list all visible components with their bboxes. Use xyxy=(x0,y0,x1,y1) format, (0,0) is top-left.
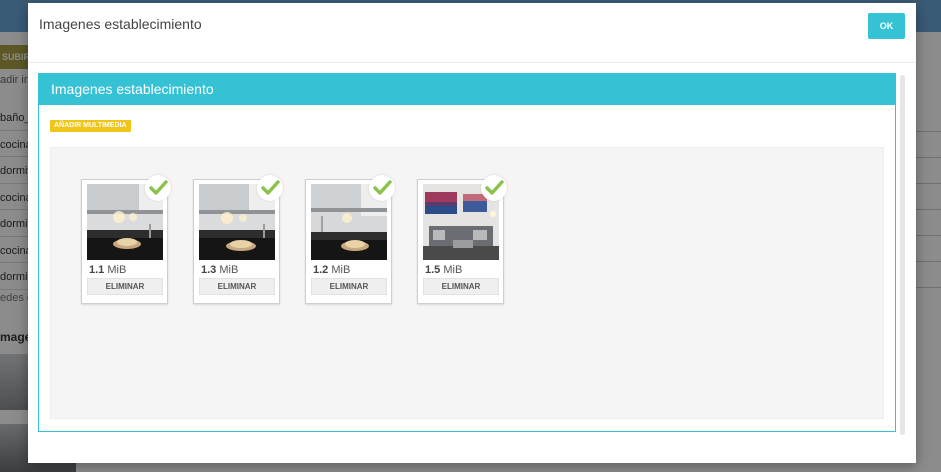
file-size-value: 1.5 xyxy=(425,264,441,276)
media-card: 1.5 MiB ELIMINAR xyxy=(417,175,507,304)
panel-title: Imagenes establecimiento xyxy=(39,74,895,105)
file-size: 1.3 MiB xyxy=(201,264,238,276)
file-size: 1.1 MiB xyxy=(89,264,126,276)
selected-check-icon xyxy=(481,175,507,201)
selected-check-icon xyxy=(369,175,395,201)
delete-button[interactable]: ELIMINAR xyxy=(87,278,163,295)
ok-button[interactable]: OK xyxy=(868,13,905,39)
file-size-unit: MiB xyxy=(443,264,463,276)
selected-check-icon xyxy=(257,175,283,201)
delete-button[interactable]: ELIMINAR xyxy=(423,278,499,295)
modal-scrollbar[interactable] xyxy=(900,75,905,435)
file-size-value: 1.1 xyxy=(89,264,105,276)
media-modal: Imagenes establecimiento OK Imagenes est… xyxy=(28,3,916,463)
media-card: 1.2 MiB ELIMINAR xyxy=(305,175,395,304)
media-card: 1.3 MiB ELIMINAR xyxy=(193,175,283,304)
images-panel: Imagenes establecimiento AÑADIR MULTIMED… xyxy=(38,73,896,432)
file-size-unit: MiB xyxy=(107,264,127,276)
modal-divider xyxy=(28,62,916,63)
file-size: 1.5 MiB xyxy=(425,264,462,276)
modal-title: Imagenes establecimiento xyxy=(39,16,202,32)
file-size-unit: MiB xyxy=(331,264,351,276)
media-dropzone[interactable]: 1.1 MiB ELIMINAR 1.3 MiB ELIMINAR 1.2 Mi… xyxy=(50,147,884,419)
delete-button[interactable]: ELIMINAR xyxy=(311,278,387,295)
file-size-unit: MiB xyxy=(219,264,239,276)
file-size-value: 1.3 xyxy=(201,264,217,276)
delete-button[interactable]: ELIMINAR xyxy=(199,278,275,295)
file-size: 1.2 MiB xyxy=(313,264,350,276)
media-card: 1.1 MiB ELIMINAR xyxy=(81,175,171,304)
add-media-button[interactable]: AÑADIR MULTIMEDIA xyxy=(50,120,131,132)
file-size-value: 1.2 xyxy=(313,264,329,276)
selected-check-icon xyxy=(145,175,171,201)
